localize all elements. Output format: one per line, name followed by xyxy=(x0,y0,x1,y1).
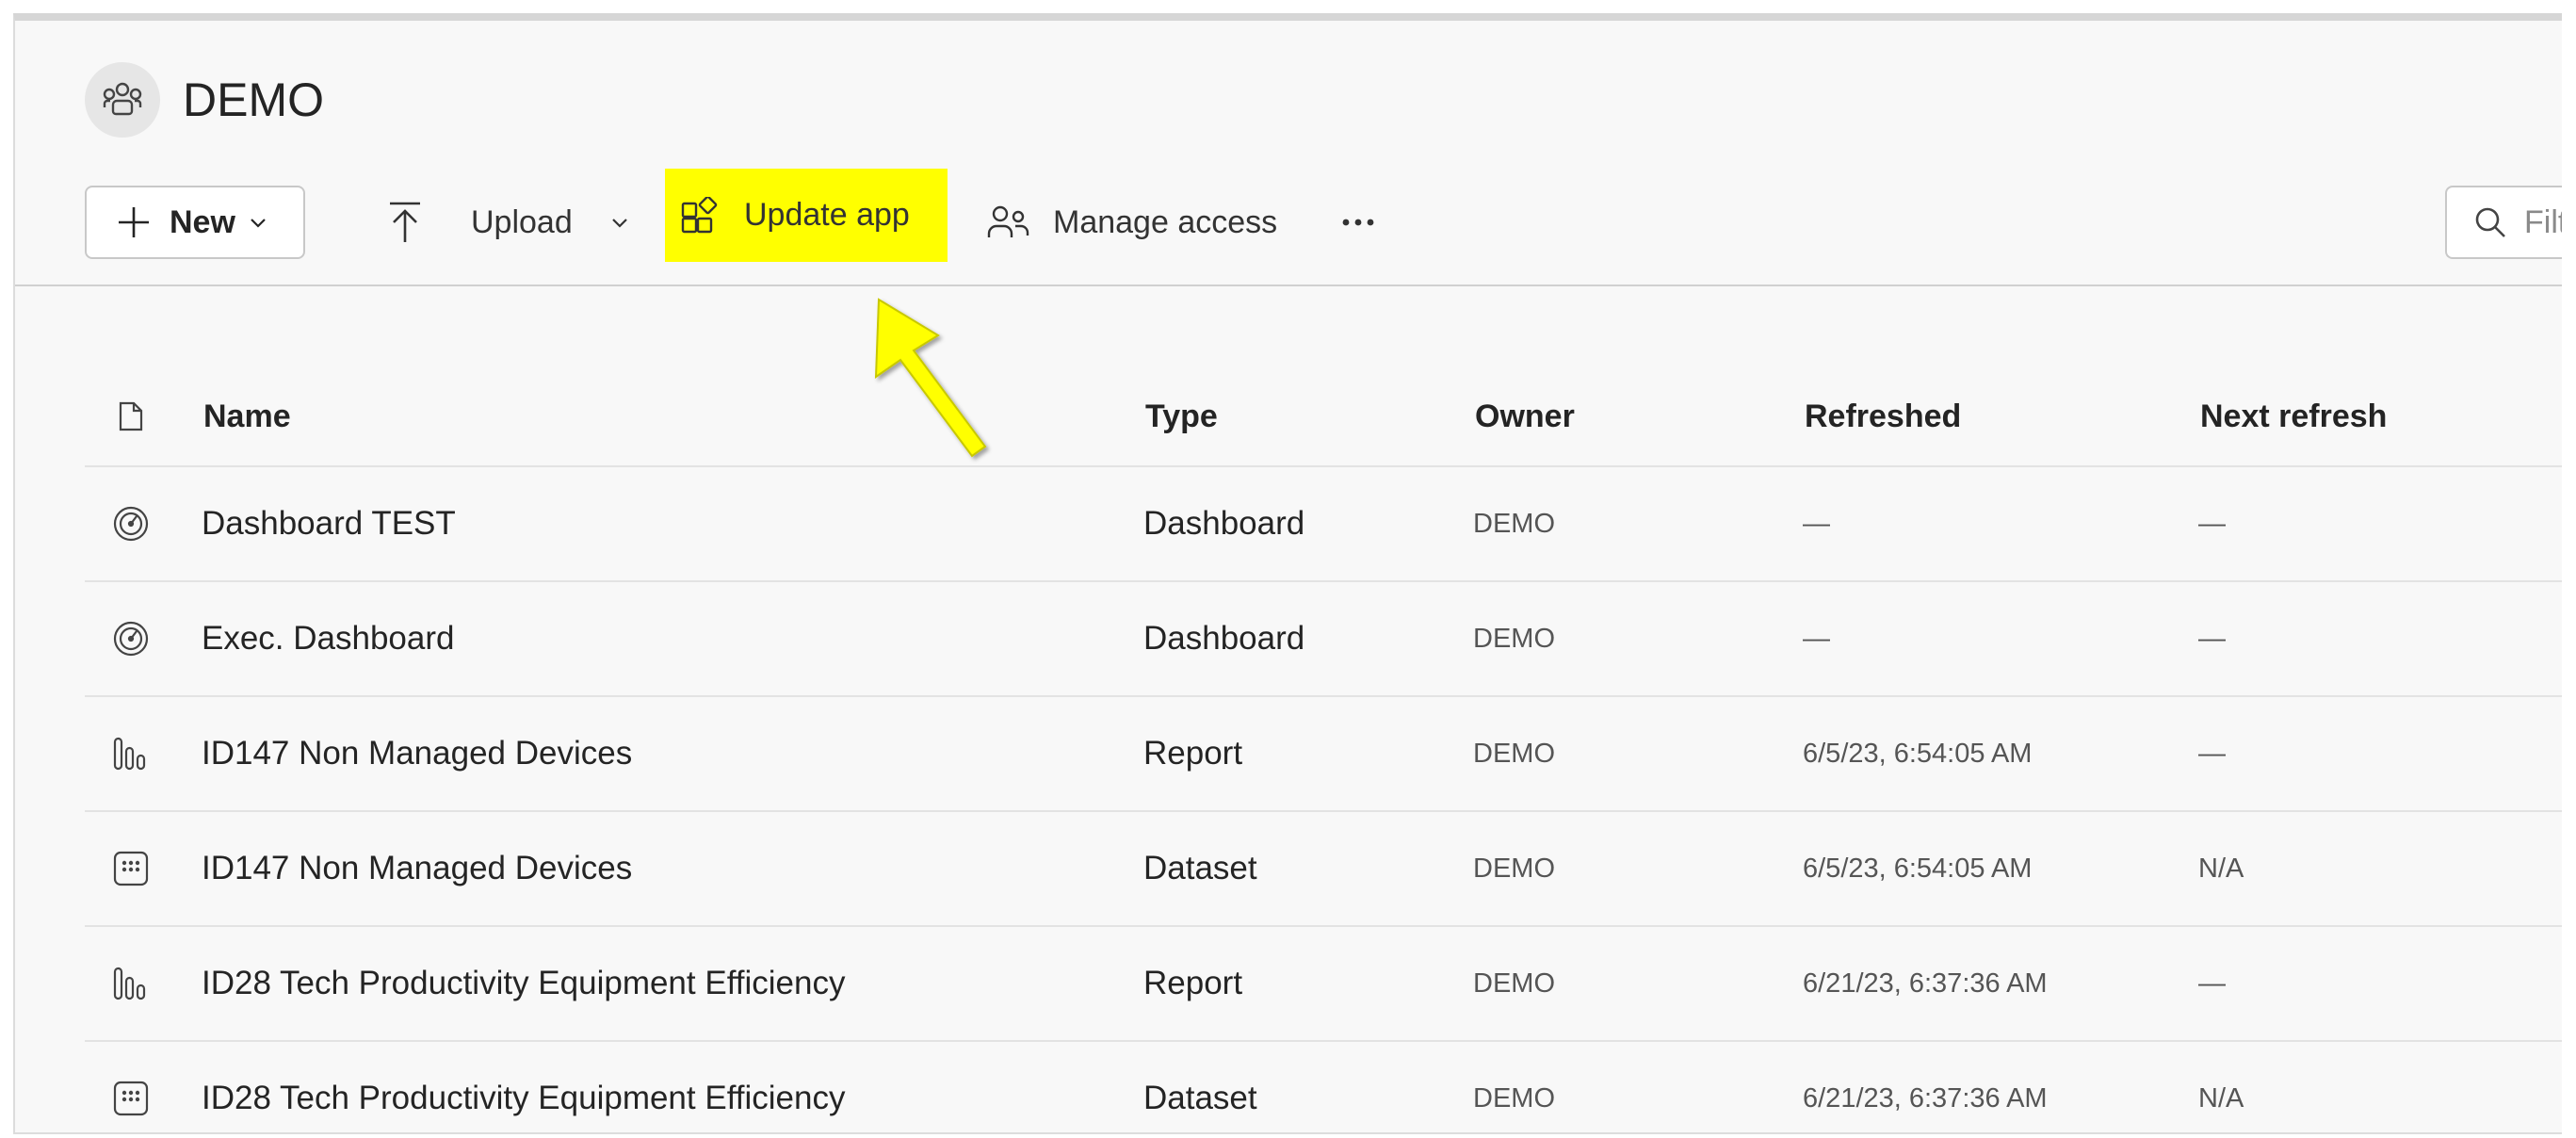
column-header-type[interactable]: Type xyxy=(1145,398,1475,435)
item-type: Report xyxy=(1143,735,1243,772)
item-owner: DEMO xyxy=(1473,853,1555,884)
people-icon xyxy=(987,203,1030,241)
new-button[interactable]: New xyxy=(85,186,305,259)
chevron-down-icon xyxy=(249,216,267,229)
table-row[interactable]: ID147 Non Managed Devices Report DEMO 6/… xyxy=(85,697,2562,812)
column-header-name[interactable]: Name xyxy=(202,398,1145,435)
item-refreshed: — xyxy=(1803,623,1830,654)
item-name-link[interactable]: ID147 Non Managed Devices xyxy=(202,735,1143,772)
item-refreshed: — xyxy=(1803,508,1830,539)
item-next-refresh: N/A xyxy=(2198,1082,2244,1114)
chevron-down-icon[interactable] xyxy=(610,216,629,229)
table-row[interactable]: ID28 Tech Productivity Equipment Efficie… xyxy=(85,927,2562,1042)
table-row[interactable]: Dashboard TEST Dashboard DEMO — — xyxy=(85,467,2562,582)
table-row[interactable]: ID28 Tech Productivity Equipment Efficie… xyxy=(85,1042,2562,1132)
column-header-owner[interactable]: Owner xyxy=(1475,398,1805,435)
upload-button-label: Upload xyxy=(471,203,573,240)
workspace-page: DEMO New Upload Update app Manage access… xyxy=(13,13,2562,1134)
table-row[interactable]: ID147 Non Managed Devices Dataset DEMO 6… xyxy=(85,812,2562,927)
item-type: Report xyxy=(1143,965,1243,1001)
item-name-link[interactable]: ID28 Tech Productivity Equipment Efficie… xyxy=(202,965,1143,1002)
group-icon xyxy=(85,62,160,138)
app-icon xyxy=(680,196,718,235)
item-next-refresh: — xyxy=(2198,508,2226,539)
workspace-title: DEMO xyxy=(183,73,324,126)
item-type: Dataset xyxy=(1143,850,1257,886)
new-button-label: New xyxy=(170,203,235,240)
file-icon xyxy=(85,400,202,432)
table-row[interactable]: Exec. Dashboard Dashboard DEMO — — xyxy=(85,582,2562,697)
item-type: Dashboard xyxy=(1143,505,1305,542)
dataset-icon xyxy=(85,850,202,887)
update-app-button[interactable]: Update app xyxy=(665,169,948,262)
item-refreshed: 6/21/23, 6:37:36 AM xyxy=(1803,967,2048,999)
item-next-refresh: — xyxy=(2198,967,2226,999)
item-owner: DEMO xyxy=(1473,967,1555,999)
dataset-icon xyxy=(85,1080,202,1117)
item-owner: DEMO xyxy=(1473,623,1555,654)
item-name-link[interactable]: Dashboard TEST xyxy=(202,505,1143,543)
upload-icon xyxy=(386,201,424,244)
report-icon xyxy=(85,735,202,772)
column-header-next-refresh[interactable]: Next refresh xyxy=(2200,398,2558,435)
table-header: Name Type Owner Refreshed Next refresh xyxy=(85,367,2562,467)
more-options-button[interactable] xyxy=(1330,186,1386,259)
plus-icon xyxy=(115,203,153,241)
content-table: Name Type Owner Refreshed Next refresh D… xyxy=(85,367,2562,1132)
column-header-refreshed[interactable]: Refreshed xyxy=(1805,398,2200,435)
filter-input[interactable] xyxy=(2522,203,2562,242)
toolbar-divider xyxy=(15,284,2562,286)
item-next-refresh: N/A xyxy=(2198,853,2244,884)
report-icon xyxy=(85,965,202,1002)
upload-button[interactable]: Upload xyxy=(386,186,629,259)
filter-search-box[interactable] xyxy=(2445,186,2562,259)
item-owner: DEMO xyxy=(1473,738,1555,769)
dashboard-icon xyxy=(85,620,202,658)
item-refreshed: 6/5/23, 6:54:05 AM xyxy=(1803,738,2033,769)
item-refreshed: 6/5/23, 6:54:05 AM xyxy=(1803,853,2033,884)
item-owner: DEMO xyxy=(1473,1082,1555,1114)
item-owner: DEMO xyxy=(1473,508,1555,539)
search-icon xyxy=(2473,205,2507,239)
manage-access-button[interactable]: Manage access xyxy=(987,186,1277,259)
item-name-link[interactable]: ID28 Tech Productivity Equipment Efficie… xyxy=(202,1080,1143,1117)
workspace-header: DEMO xyxy=(85,60,324,139)
toolbar: New Upload Update app Manage access Filt… xyxy=(85,169,2562,263)
item-type: Dataset xyxy=(1143,1080,1257,1116)
item-name-link[interactable]: Exec. Dashboard xyxy=(202,620,1143,658)
item-refreshed: 6/21/23, 6:37:36 AM xyxy=(1803,1082,2048,1114)
item-next-refresh: — xyxy=(2198,738,2226,769)
more-icon xyxy=(1341,218,1375,227)
manage-access-label: Manage access xyxy=(1053,203,1278,240)
item-next-refresh: — xyxy=(2198,623,2226,654)
update-app-label: Update app xyxy=(744,197,910,233)
dashboard-icon xyxy=(85,505,202,543)
item-type: Dashboard xyxy=(1143,620,1305,657)
item-name-link[interactable]: ID147 Non Managed Devices xyxy=(202,850,1143,887)
